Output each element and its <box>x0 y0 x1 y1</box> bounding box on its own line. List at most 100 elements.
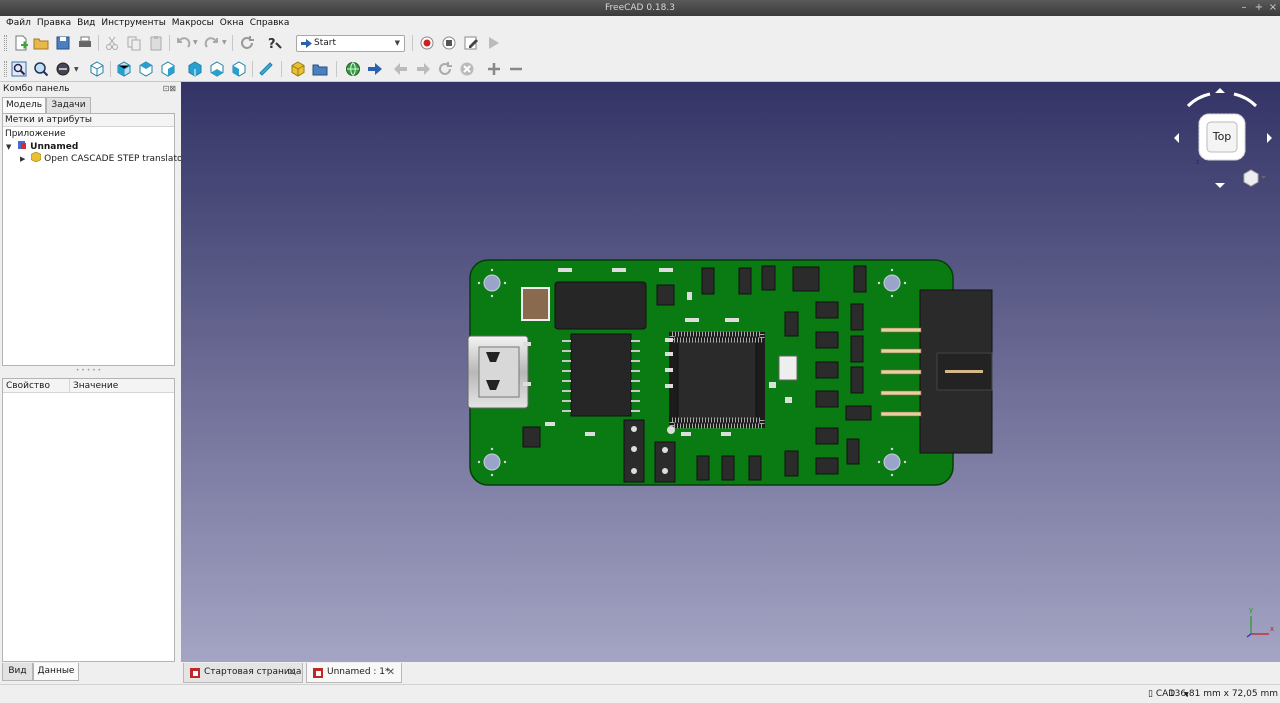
workbench-selector[interactable]: Start ▼ <box>296 35 405 52</box>
property-view: Свойство Значение <box>2 378 175 662</box>
window-title: FreeCAD 0.18.3 <box>605 3 675 13</box>
document-icon <box>18 141 27 149</box>
prop-column-value: Значение <box>73 381 119 391</box>
minimize-icon[interactable]: – <box>1237 0 1251 16</box>
combo-panel-title: Комбо панель <box>3 84 70 94</box>
menu-help[interactable]: Справка <box>247 16 293 30</box>
workbench-label: Start <box>314 38 336 48</box>
refresh-icon[interactable] <box>238 34 256 52</box>
toolbar-grip[interactable] <box>4 61 7 77</box>
axis-x-label: x <box>1270 625 1275 633</box>
web-browser-icon[interactable] <box>344 60 362 78</box>
document-name: Unnamed <box>30 142 79 152</box>
cut-icon[interactable] <box>103 34 121 52</box>
maximize-icon[interactable]: + <box>1252 0 1266 16</box>
redo-icon[interactable] <box>203 34 221 52</box>
panel-splitter[interactable]: • • • • • <box>2 368 175 376</box>
tree-group-label: Приложение <box>5 129 66 139</box>
svg-text:?: ? <box>268 37 276 52</box>
paste-icon[interactable] <box>147 34 165 52</box>
zoom-in-icon[interactable] <box>485 60 503 78</box>
reload-icon[interactable] <box>436 60 454 78</box>
tree-item-part[interactable]: ▶ Open CASCADE STEP translator 6.9 <box>20 151 204 164</box>
menu-windows[interactable]: Окна <box>217 16 247 30</box>
mouse-icon: ▯ <box>1148 689 1153 699</box>
part-name: Open CASCADE STEP translator 6.9 <box>44 154 204 164</box>
start-page-arrow-icon[interactable] <box>366 60 384 78</box>
fit-selection-icon[interactable] <box>32 60 50 78</box>
part-icon <box>30 151 42 163</box>
create-group-icon[interactable] <box>311 60 329 78</box>
save-icon[interactable] <box>54 34 72 52</box>
menu-edit[interactable]: Правка <box>34 16 74 30</box>
panel-float-close-icon[interactable]: ⊡⊠ <box>163 84 176 93</box>
view-toolbar: ▼ <box>0 56 1280 82</box>
freecad-icon <box>190 668 200 678</box>
toolbar-grip[interactable] <box>4 35 7 51</box>
view-right-icon[interactable] <box>159 60 177 78</box>
menu-macro[interactable]: Макросы <box>169 16 217 30</box>
tree-header: Метки и атрибуты <box>3 114 174 127</box>
undo-dropdown-icon[interactable]: ▼ <box>193 39 198 46</box>
view-bottom-icon[interactable] <box>208 60 226 78</box>
zoom-out-icon[interactable] <box>507 60 525 78</box>
document-tabs: Стартовая страница ✕ Unnamed : 1* ✕ <box>181 662 1280 684</box>
status-bar: ▯ CAD ▼ 136,81 mm x 72,05 mm <box>0 684 1280 703</box>
back-icon[interactable] <box>392 60 410 78</box>
tab-start-page[interactable]: Стартовая страница ✕ <box>183 663 303 683</box>
dimension-readout: 136,81 mm x 72,05 mm <box>1168 689 1278 699</box>
menu-view[interactable]: Вид <box>74 16 98 30</box>
redo-dropdown-icon[interactable]: ▼ <box>222 39 227 46</box>
open-folder-icon[interactable] <box>32 34 50 52</box>
file-toolbar: ▼ ▼ ? Start ▼ <box>0 30 1280 56</box>
tab-view-props[interactable]: Вид <box>2 663 33 681</box>
view-front-icon[interactable] <box>115 60 133 78</box>
create-part-icon[interactable] <box>289 60 307 78</box>
macro-edit-icon[interactable] <box>462 34 480 52</box>
copy-icon[interactable] <box>125 34 143 52</box>
macro-stop-icon[interactable] <box>440 34 458 52</box>
undo-icon[interactable] <box>174 34 192 52</box>
title-bar: FreeCAD 0.18.3 – + × <box>0 0 1280 16</box>
close-tab-icon[interactable]: ✕ <box>288 663 296 682</box>
macro-run-icon[interactable] <box>484 34 502 52</box>
whats-this-icon[interactable]: ? <box>264 34 282 52</box>
new-document-icon[interactable] <box>12 34 30 52</box>
draw-style-dropdown-icon[interactable]: ▼ <box>74 66 79 73</box>
view-rear-icon[interactable] <box>186 60 204 78</box>
expand-right-icon[interactable]: ▶ <box>20 155 25 163</box>
expand-down-icon[interactable]: ▼ <box>6 143 11 151</box>
prop-column-name: Свойство <box>3 379 70 392</box>
view-isometric-icon[interactable] <box>88 60 106 78</box>
close-tab-icon[interactable]: ✕ <box>387 663 395 682</box>
menu-file[interactable]: Файл <box>3 16 34 30</box>
rotate-right-icon <box>1233 92 1258 108</box>
chevron-down-icon: ▼ <box>394 39 400 47</box>
rotate-left-icon <box>1186 92 1211 108</box>
stop-loading-icon[interactable] <box>458 60 476 78</box>
print-icon[interactable] <box>76 34 94 52</box>
tab-unnamed[interactable]: Unnamed : 1* ✕ <box>306 663 402 683</box>
view-left-icon[interactable] <box>230 60 248 78</box>
forward-icon[interactable] <box>414 60 432 78</box>
tree-item-document[interactable]: ▼ Unnamed <box>6 140 78 152</box>
tab-unnamed-label: Unnamed : 1* <box>327 667 390 677</box>
freecad-icon <box>313 668 323 678</box>
draw-style-icon[interactable] <box>54 60 72 78</box>
tab-model[interactable]: Модель <box>2 97 46 113</box>
menu-bar: Файл Правка Вид Инструменты Макросы Окна… <box>0 16 1280 30</box>
tab-tasks[interactable]: Задачи <box>46 97 91 113</box>
macro-record-icon[interactable] <box>418 34 436 52</box>
3d-view[interactable]: z Top y x <box>181 82 1280 662</box>
navcube-face-label: Top <box>1212 130 1232 143</box>
start-arrow-icon <box>301 39 312 48</box>
close-window-icon[interactable]: × <box>1266 0 1280 16</box>
pcb-model[interactable] <box>181 82 1280 662</box>
tab-data-props[interactable]: Данные <box>33 663 79 681</box>
menu-tools[interactable]: Инструменты <box>98 16 168 30</box>
svg-text:z: z <box>1196 159 1199 166</box>
fit-all-icon[interactable] <box>10 60 28 78</box>
model-tree: Метки и атрибуты Приложение ▼ Unnamed ▶ … <box>2 113 203 366</box>
view-top-icon[interactable] <box>137 60 155 78</box>
measure-distance-icon[interactable] <box>257 60 275 78</box>
